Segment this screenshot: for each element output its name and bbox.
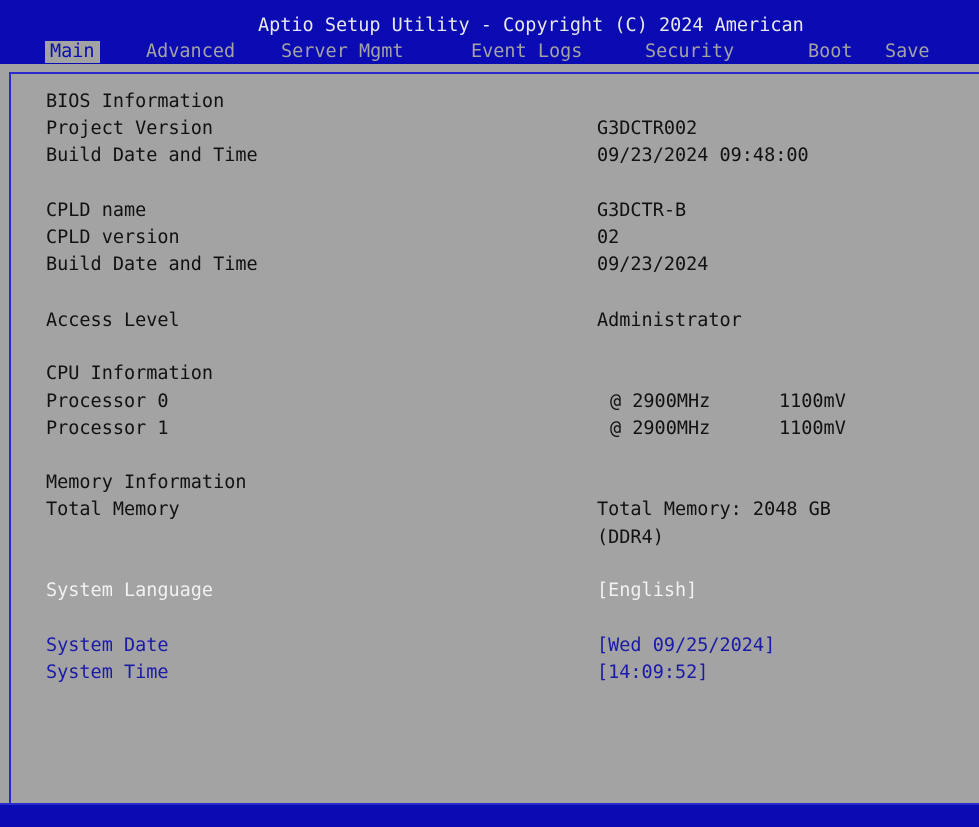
tab-save[interactable]: Save xyxy=(880,41,935,63)
processor-0-voltage: 1100mV xyxy=(779,391,846,412)
total-memory-label: Total Memory xyxy=(46,499,180,520)
cpld-name-label: CPLD name xyxy=(46,200,147,221)
system-time-value[interactable]: [14:09:52] xyxy=(597,663,708,683)
tab-main[interactable]: Main xyxy=(45,41,100,63)
tab-server-mgmt[interactable]: Server Mgmt xyxy=(276,41,409,63)
cpld-name-value: G3DCTR-B xyxy=(597,200,687,221)
system-language-value[interactable]: [English] xyxy=(597,581,697,601)
memory-type-value: (DDR4) xyxy=(597,527,664,548)
total-memory-value: Total Memory: 2048 GB xyxy=(597,499,831,520)
project-version-label: Project Version xyxy=(46,118,214,139)
project-version-value: G3DCTR002 xyxy=(597,118,698,139)
bios-build-label: Build Date and Time xyxy=(46,145,258,166)
processor-0-frequency: @ 2900MHz xyxy=(610,391,711,412)
app-title: Aptio Setup Utility - Copyright (C) 2024… xyxy=(258,15,804,36)
footer-bar xyxy=(0,805,979,827)
access-level-value: Administrator xyxy=(597,310,742,331)
tab-advanced[interactable]: Advanced xyxy=(141,41,240,63)
tab-event-logs[interactable]: Event Logs xyxy=(466,41,587,63)
menu-tabs: Main Advanced Server Mgmt Event Logs Sec… xyxy=(0,41,979,63)
processor-0-label: Processor 0 xyxy=(46,391,169,412)
cpld-version-label: CPLD version xyxy=(46,227,180,248)
memory-info-heading: Memory Information xyxy=(46,472,247,493)
tab-boot[interactable]: Boot xyxy=(803,41,858,63)
tab-security[interactable]: Security xyxy=(640,41,739,63)
cpu-info-heading: CPU Information xyxy=(46,363,214,384)
cpld-build-label: Build Date and Time xyxy=(46,254,258,275)
system-language-label[interactable]: System Language xyxy=(46,581,213,601)
cpld-version-value: 02 xyxy=(597,227,620,248)
processor-1-frequency: @ 2900MHz xyxy=(610,418,711,439)
title-bar: Aptio Setup Utility - Copyright (C) 2024… xyxy=(0,0,979,64)
bios-info-heading: BIOS Information xyxy=(46,91,225,112)
access-level-label: Access Level xyxy=(46,310,180,331)
bios-build-value: 09/23/2024 09:48:00 xyxy=(597,145,809,166)
system-date-label[interactable]: System Date xyxy=(46,636,169,656)
system-time-label[interactable]: System Time xyxy=(46,663,169,683)
processor-1-voltage: 1100mV xyxy=(779,418,846,439)
cpld-build-value: 09/23/2024 xyxy=(597,254,709,275)
system-date-value[interactable]: [Wed 09/25/2024] xyxy=(597,636,775,656)
processor-1-label: Processor 1 xyxy=(46,418,169,439)
